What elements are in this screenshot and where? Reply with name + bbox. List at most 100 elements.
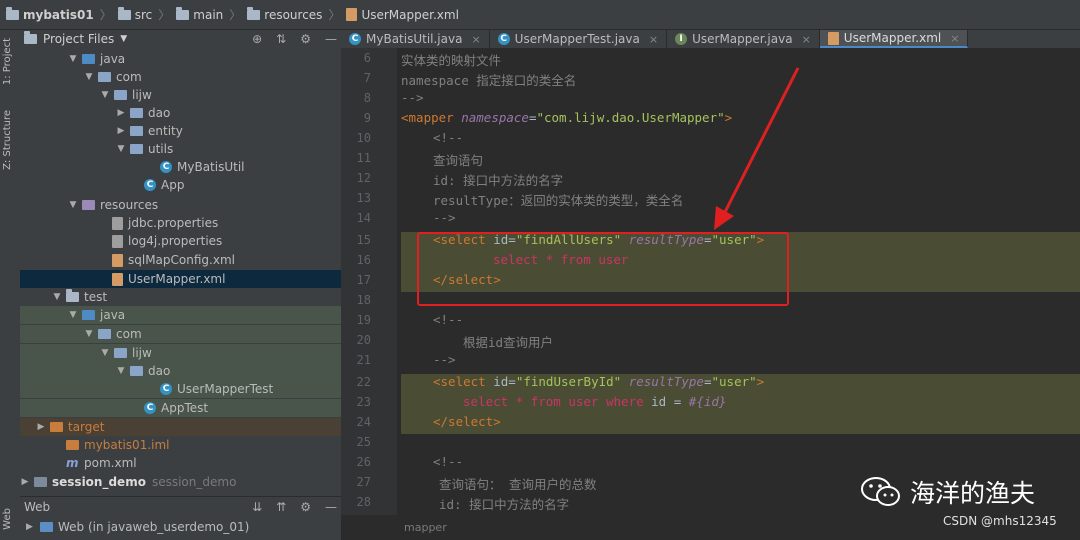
expand-all-icon[interactable]: ⇊ [252,500,262,514]
chevron-down-icon[interactable]: ▼ [68,54,78,64]
tree-item[interactable]: ▶ target [20,418,341,436]
class-icon: C [144,402,156,414]
iml-file-icon [66,440,79,450]
annotation-arrow-icon [714,67,800,230]
collapse-all-icon[interactable]: ⇈ [276,500,286,514]
tree-item[interactable]: C App [20,176,341,194]
tree-item[interactable]: C AppTest [20,399,341,417]
minimize-icon[interactable]: — [325,500,337,514]
minimize-icon[interactable]: — [325,32,337,46]
breadcrumb-main[interactable]: main [176,6,223,22]
tree-item[interactable]: mybatis01.iml [20,436,341,454]
chevron-down-icon[interactable]: ▼ [84,72,94,82]
line-number: 20 [356,333,371,347]
tree-item[interactable]: UserMapper.xml [20,270,341,288]
project-tool-tab[interactable]: 1: Project [2,38,13,85]
code-line-20: 根据id查询用户 [463,335,554,350]
tree-item[interactable]: m pom.xml [20,454,341,472]
tree-item-label: sqlMapConfig.xml [128,253,235,267]
folder-icon [6,6,19,20]
breadcrumb: mybatis01 〉 src 〉 main 〉 resources 〉 Use… [0,0,1080,30]
tree-item[interactable]: ▶ dao [20,104,341,122]
tree-item[interactable]: ▼ lijw [20,86,341,104]
package-icon [114,348,127,358]
tree-item-label: MyBatisUtil [177,160,245,174]
close-icon[interactable]: × [802,33,811,46]
chevron-right-icon[interactable]: ▶ [20,477,30,487]
folder-icon [66,289,79,302]
tree-item[interactable]: C UserMapperTest [20,380,341,398]
close-icon[interactable]: × [471,33,480,46]
tree-item[interactable]: ▼ resources [20,196,341,214]
chevron-down-icon[interactable]: ▼ [100,348,110,358]
gear-icon[interactable]: ⚙ [300,500,311,514]
tab-usermappertest[interactable]: C UserMapperTest.java × [490,30,668,48]
tree-item-label: lijw [132,88,152,102]
tree-item-label: pom.xml [84,456,137,470]
tree-item[interactable]: ▼ java [20,306,341,324]
folder-icon [117,6,131,20]
tree-item[interactable]: C MyBatisUtil [20,158,341,176]
line-number: 17 [356,273,371,287]
locate-icon[interactable]: ⊕ [252,32,262,46]
tab-usermapper-xml[interactable]: UserMapper.xml × [819,30,969,48]
line-number: 6 [363,51,371,65]
test-src-folder-icon [82,310,95,320]
line-number: 27 [356,475,371,489]
chevron-right-icon[interactable]: ▶ [116,126,126,136]
line-number: 28 [356,495,371,509]
tree-item[interactable]: ▼ com [20,68,341,86]
tree-item[interactable]: sqlMapConfig.xml [20,251,341,269]
tree-item-label: java [100,52,126,66]
collapse-icon[interactable]: ⇅ [276,32,286,46]
chevron-down-icon[interactable]: ▼ [68,200,78,210]
tab-usermapper-java[interactable]: I UserMapper.java × [667,30,820,48]
xml-file-icon [346,8,358,21]
chevron-down-icon[interactable]: ▼ [120,34,127,44]
breadcrumb-resources[interactable]: resources [247,6,322,22]
web-panel-header: Web ⇊ ⇈ ⚙ — [20,496,341,516]
tree-item-label: log4j.properties [128,234,223,248]
web-facet-item[interactable]: ▶ Web (in javaweb_userdemo_01) [20,518,341,536]
tree-item-label: lijw [132,346,152,360]
tree-item-label: App [161,178,185,192]
close-icon[interactable]: × [649,33,658,46]
tree-item[interactable]: ▼ lijw [20,344,341,362]
breadcrumb-src[interactable]: src [117,6,152,22]
tree-item[interactable]: ▼ dao [20,362,341,380]
chevron-right-icon[interactable]: ▶ [116,108,126,118]
tree-item[interactable]: jdbc.properties [20,214,341,232]
chevron-down-icon[interactable]: ▼ [52,292,62,302]
line-number: 13 [356,191,371,205]
project-view-selector[interactable]: Project Files [43,32,114,46]
structure-tool-tab[interactable]: Z: Structure [2,110,13,170]
tree-item[interactable]: log4j.properties [20,232,341,250]
xml-file-icon [112,253,123,267]
tree-item[interactable]: ▼ test [20,288,341,306]
tree-item[interactable]: ▶ session_demo session_demo [20,473,341,491]
close-icon[interactable]: × [950,32,959,45]
line-number: 23 [356,395,371,409]
line-number: 12 [356,171,371,185]
code-line-14: --> [433,210,456,225]
chevron-right-icon[interactable]: ▶ [36,422,46,432]
tree-item[interactable]: ▶ entity [20,122,341,140]
line-number: 22 [356,375,371,389]
chevron-down-icon[interactable]: ▼ [84,329,94,339]
chevron-down-icon[interactable]: ▼ [116,144,126,154]
tab-mybatisutil[interactable]: C MyBatisUtil.java × [341,30,490,48]
web-tool-tab[interactable]: Web [2,508,13,530]
tree-item-label: resources [100,198,159,212]
tree-item[interactable]: ▼ utils [20,140,341,158]
gear-icon[interactable]: ⚙ [300,32,311,46]
tree-item[interactable]: ▼ com [20,325,341,343]
chevron-down-icon[interactable]: ▼ [68,310,78,320]
breadcrumb-file[interactable]: UserMapper.xml [346,8,459,22]
class-icon: C [160,161,172,173]
chevron-down-icon[interactable]: ▼ [100,90,110,100]
tree-item-label: com [116,327,142,341]
chevron-right-icon[interactable]: ▶ [26,522,36,532]
tree-item[interactable]: ▼ java [20,50,341,68]
chevron-down-icon[interactable]: ▼ [116,366,126,376]
breadcrumb-project[interactable]: mybatis01 [6,6,94,22]
